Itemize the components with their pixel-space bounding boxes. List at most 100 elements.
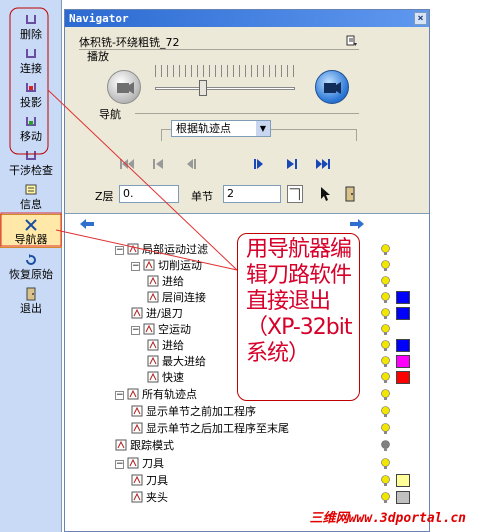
pointer-icon[interactable] [319, 186, 331, 202]
visibility-bulb-icon[interactable] [381, 356, 390, 368]
watermark: 三维网www.3dportal.cn [309, 511, 466, 526]
info-button[interactable]: 信息 [0, 180, 62, 214]
visibility-bulb-icon[interactable] [381, 458, 390, 470]
arrow-right-icon[interactable] [349, 218, 365, 230]
camera-icon [324, 82, 341, 94]
tree-row-label: 显示单节之前加工程序 [146, 405, 256, 418]
visibility-bulb-icon[interactable] [381, 292, 390, 304]
tree-row[interactable]: 进给 [147, 338, 184, 354]
exit-door-icon[interactable] [343, 186, 357, 202]
color-swatch[interactable] [396, 355, 410, 368]
play-forward-button[interactable] [315, 70, 349, 104]
tree-row[interactable]: 刀具 [131, 473, 168, 489]
collapse-toggle-icon[interactable]: − [131, 262, 140, 271]
restore-button[interactable]: 恢复原始 [0, 250, 62, 284]
tree-row-label: 跟踪模式 [130, 439, 174, 452]
tree-row[interactable]: 快速 [147, 370, 184, 386]
visibility-bulb-icon[interactable] [381, 340, 390, 352]
visibility-bulb-icon[interactable] [381, 389, 390, 401]
tree-row[interactable]: 跟踪模式 [115, 438, 174, 454]
trace-mode-icon [115, 439, 127, 451]
layer-link-icon [147, 291, 159, 303]
step-input[interactable]: 2 [223, 185, 281, 203]
visibility-bulb-icon[interactable] [381, 372, 390, 384]
tree-row[interactable]: − 所有轨迹点 [115, 387, 197, 403]
tree-row[interactable]: 显示单节之前加工程序 [131, 404, 256, 420]
link-icon [26, 49, 36, 58]
tree-row-label: 快速 [162, 371, 184, 384]
collapse-toggle-icon[interactable]: − [131, 326, 140, 335]
speed-slider-thumb[interactable] [199, 80, 207, 96]
visibility-bulb-icon[interactable] [381, 276, 390, 288]
visibility-bulb-icon[interactable] [381, 423, 390, 435]
next-point-icon[interactable] [283, 158, 299, 170]
tree-row-label: 刀具 [142, 457, 164, 470]
visibility-bulb-icon[interactable] [381, 406, 390, 418]
camera-icon [117, 82, 134, 94]
color-swatch[interactable] [396, 474, 410, 487]
play-backward-button[interactable] [107, 70, 141, 104]
color-swatch[interactable] [396, 307, 410, 320]
last-point-icon[interactable] [315, 158, 331, 170]
tree-row[interactable]: 显示单节之后加工程序至末尾 [131, 421, 289, 437]
step-forward-icon[interactable] [251, 158, 267, 170]
arrow-left-icon[interactable] [79, 218, 95, 230]
operation-list-icon[interactable] [346, 35, 358, 47]
link-button[interactable]: 连接 [0, 44, 62, 78]
mode-select[interactable]: 根据轨迹点 ▼ [171, 120, 271, 137]
collision-check-button[interactable]: 干涉检查 [0, 146, 62, 180]
toolbar-label: 恢复原始 [9, 268, 53, 281]
feed-icon [147, 339, 159, 351]
navigator-button[interactable]: 导航器 [0, 214, 62, 248]
move-button[interactable]: 移动 [0, 112, 62, 146]
tree-row[interactable]: − 局部运动过滤 [115, 242, 208, 258]
tree-row[interactable]: 进/退刀 [131, 306, 183, 322]
close-button[interactable]: × [414, 12, 427, 25]
window-titlebar[interactable]: Navigator × [65, 10, 429, 27]
delete-button[interactable]: 删除 [0, 10, 62, 44]
tree-row-label: 进/退刀 [146, 307, 183, 320]
visibility-bulb-icon[interactable] [381, 440, 390, 452]
speed-slider-track[interactable] [155, 87, 295, 90]
toolbar-label: 连接 [20, 62, 42, 75]
exit-button[interactable]: 退出 [0, 284, 62, 318]
color-swatch[interactable] [396, 291, 410, 304]
color-swatch[interactable] [396, 491, 410, 504]
collapse-toggle-icon[interactable]: − [115, 460, 124, 469]
show-before-icon [131, 405, 143, 417]
collapse-toggle-icon[interactable]: − [115, 246, 124, 255]
projection-button[interactable]: 投影 [0, 78, 62, 112]
color-swatch[interactable] [396, 339, 410, 352]
previous-point-icon[interactable] [151, 158, 167, 170]
visibility-bulb-icon[interactable] [381, 324, 390, 336]
window-title: Navigator [69, 12, 129, 25]
z-layer-input[interactable]: 0. [119, 185, 179, 203]
step-back-icon[interactable] [183, 158, 199, 170]
tree-row[interactable]: − 刀具 [115, 456, 164, 472]
tree-row[interactable]: 最大进给 [147, 354, 206, 370]
rapid-icon [147, 371, 159, 383]
navigation-label: 导航 [99, 108, 121, 121]
visibility-bulb-icon[interactable] [381, 308, 390, 320]
collision-check-icon [26, 151, 36, 160]
delete-icon [26, 15, 36, 24]
tree-row[interactable]: 层间连接 [147, 290, 206, 306]
tree-row[interactable]: 夹头 [131, 490, 168, 506]
left-toolbar: 删除 连接 投影 移动 干涉检查 信息 导航器 恢复原始 退出 [0, 0, 62, 532]
visibility-bulb-icon[interactable] [381, 475, 390, 487]
tree-row[interactable]: − 切削运动 [131, 258, 202, 274]
first-point-icon[interactable] [119, 158, 135, 170]
tree-row[interactable]: 进给 [147, 274, 184, 290]
collapse-toggle-icon[interactable]: − [115, 391, 124, 400]
restore-icon [26, 254, 36, 265]
toolbar-label: 干涉检查 [9, 164, 53, 177]
color-swatch[interactable] [396, 371, 410, 384]
visibility-bulb-icon[interactable] [381, 492, 390, 504]
chevron-down-icon[interactable]: ▼ [256, 121, 270, 136]
visibility-bulb-icon[interactable] [381, 260, 390, 272]
visibility-bulb-icon[interactable] [381, 244, 390, 256]
navigator-icon [25, 219, 37, 231]
toolbar-label: 移动 [20, 130, 42, 143]
corner-icon[interactable] [287, 185, 303, 203]
tree-row[interactable]: − 空运动 [131, 322, 191, 338]
